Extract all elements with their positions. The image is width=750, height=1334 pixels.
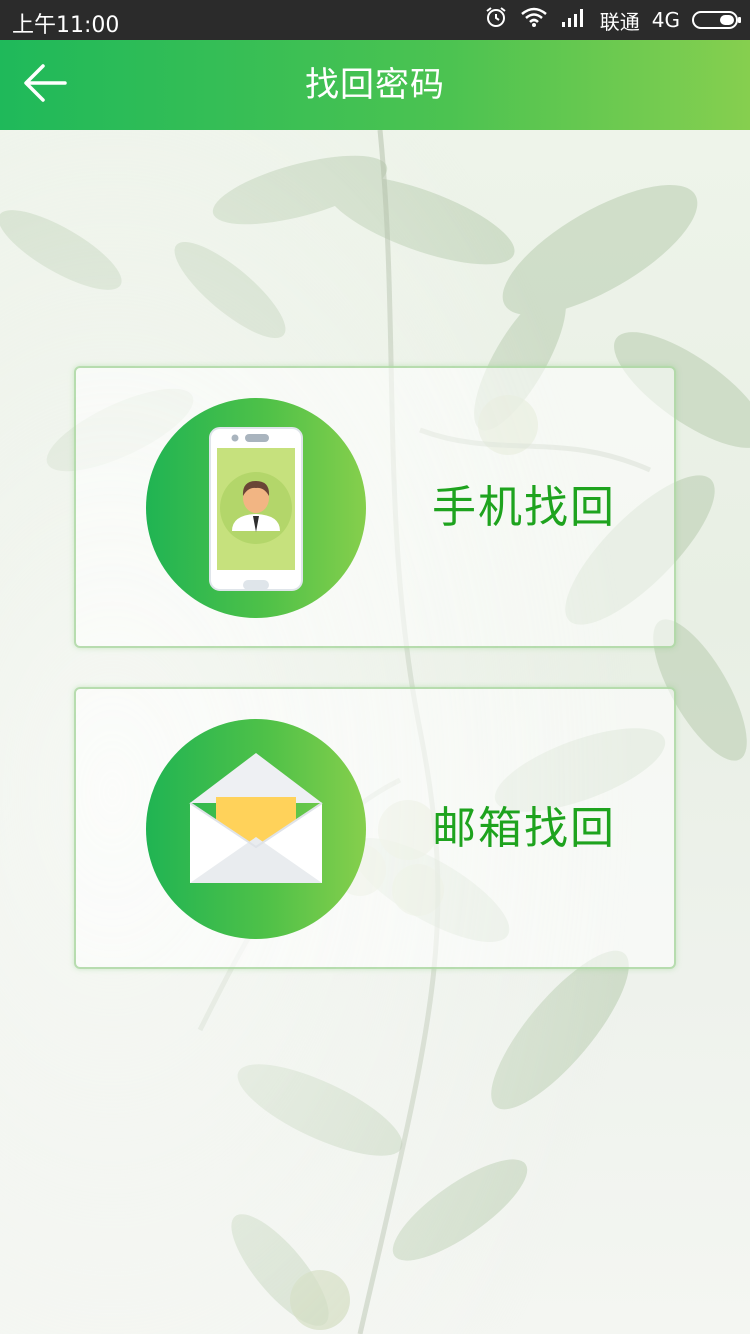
- app-header: 找回密码: [0, 40, 750, 130]
- page-title: 找回密码: [305, 65, 445, 105]
- battery-icon: [692, 11, 741, 29]
- network-type: 4G: [651, 8, 680, 32]
- email-recovery-option[interactable]: 邮箱找回: [74, 687, 676, 969]
- phone-recovery-option[interactable]: 手机找回: [74, 366, 676, 648]
- signal-icon: [560, 7, 588, 33]
- phone-recovery-label: 手机找回: [432, 482, 616, 533]
- screen: 上午11:00 联通 4G 找回密码 手机找回 邮箱找回: [0, 0, 750, 1334]
- status-time: 上午11:00: [12, 13, 120, 38]
- email-recovery-label: 邮箱找回: [432, 803, 616, 854]
- carrier-label: 联通: [599, 9, 640, 34]
- status-bar: 上午11:00 联通 4G: [0, 0, 750, 40]
- wifi-icon: [520, 6, 548, 34]
- status-icons: 联通 4G: [484, 0, 741, 40]
- envelope-icon: [146, 719, 366, 939]
- phone-user-icon: [146, 398, 366, 618]
- alarm-icon: [484, 5, 508, 35]
